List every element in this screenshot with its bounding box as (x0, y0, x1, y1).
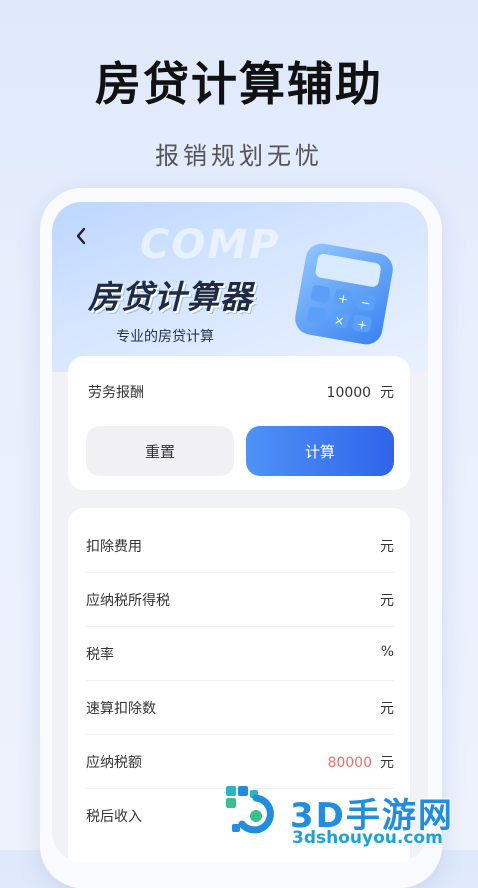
result-label: 税后收入 (86, 809, 142, 825)
result-row: 税率 % (86, 626, 394, 681)
result-value: 元 (380, 701, 394, 717)
brand-logo-icon (226, 786, 274, 834)
calculator-icon: + − × + (295, 243, 393, 345)
income-value: 10000 (326, 385, 372, 401)
result-label: 应纳税额 (86, 755, 142, 771)
result-value: 元 (380, 593, 394, 609)
back-button[interactable] (74, 226, 94, 248)
page-subtitle: 专业的房贷计算 (116, 329, 214, 345)
result-value: % (380, 644, 394, 660)
calculate-button[interactable]: 计算 (246, 426, 394, 476)
input-card: 劳务报酬 10000 元 重置 计算 (68, 356, 410, 490)
header-banner: COMP 房贷计算器 专业的房贷计算 + − × + (52, 202, 428, 372)
promo-subtitle: 报销规划无忧 (155, 142, 323, 170)
chevron-left-icon (76, 227, 86, 245)
result-value: 80000 元 (327, 755, 394, 771)
result-row: 扣除费用 元 (86, 518, 394, 573)
brand-url: 3dshouyou.com (292, 828, 443, 848)
result-label: 应纳税所得税 (86, 593, 170, 609)
result-label: 扣除费用 (86, 539, 142, 555)
result-row: 速算扣除数 元 (86, 680, 394, 735)
site-watermark: 3D手游网 3dshouyou.com (222, 780, 478, 850)
app-screen: COMP 房贷计算器 专业的房贷计算 + − × + 劳务报酬 10000 元 … (52, 202, 428, 862)
promo-title: 房贷计算辅助 (95, 57, 383, 111)
page-title: 房贷计算器 (88, 278, 254, 316)
income-label: 劳务报酬 (88, 385, 144, 401)
reset-button[interactable]: 重置 (86, 426, 234, 476)
result-row: 应纳税所得税 元 (86, 572, 394, 627)
income-unit: 元 (380, 385, 394, 401)
result-value: 元 (380, 539, 394, 555)
income-field[interactable]: 10000 元 (327, 382, 394, 402)
result-label: 税率 (86, 647, 114, 663)
header-watermark: COMP (140, 222, 281, 268)
result-label: 速算扣除数 (86, 701, 156, 717)
